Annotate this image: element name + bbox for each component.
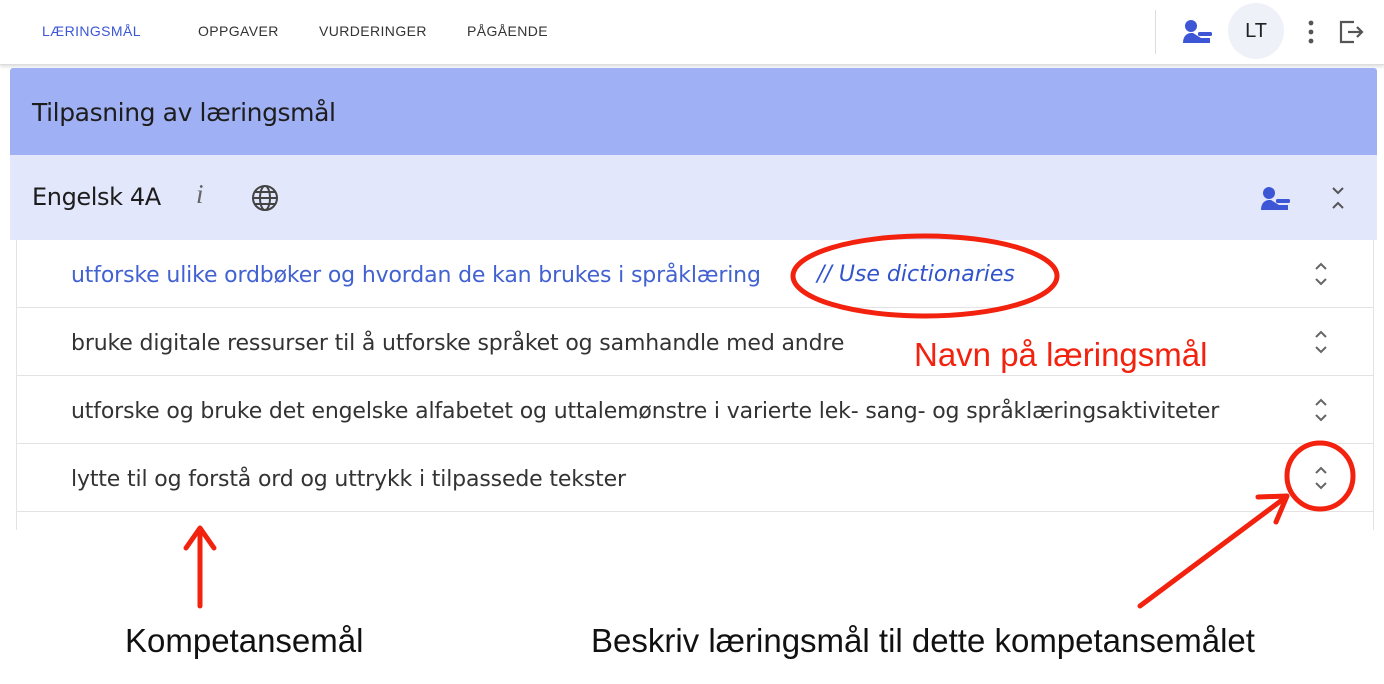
teacher-icon[interactable] [1181,18,1213,49]
avatar[interactable]: LT [1228,3,1284,59]
learning-goal-note: // Use dictionaries [817,262,1015,287]
avatar-initials: LT [1245,19,1267,42]
globe-icon[interactable] [251,184,279,217]
competence-goal-row[interactable]: lytte til og forstå ord og uttrykk i til… [17,444,1373,512]
subject-name: Engelsk 4A [32,183,161,211]
tab-vurderinger[interactable]: VURDERINGER [319,23,427,39]
teacher-icon[interactable] [1259,185,1291,216]
competence-goal-row[interactable]: utforske og bruke det engelske alfabetet… [17,376,1373,444]
competence-goal-text: utforske og bruke det engelske alfabetet… [71,399,1220,424]
competence-goal-text: utforske ulike ordbøker og hvordan de ka… [71,263,761,288]
expand-icon[interactable] [1313,328,1329,361]
page-title: Tilpasning av læringsmål [32,98,336,127]
competence-goal-text: bruke digitale ressurser til å utforske … [71,331,845,356]
more-vert-icon[interactable] [1304,20,1318,49]
info-icon[interactable]: i [196,179,204,210]
tab-pagaende[interactable]: PÅGÅENDE [467,23,548,39]
learning-goals-panel: Tilpasning av læringsmål Engelsk 4A i ut… [10,68,1377,530]
panel-header: Tilpasning av læringsmål [10,68,1377,155]
toolbar-divider [1155,10,1156,54]
expand-icon[interactable] [1313,260,1329,293]
arrow-up-icon [183,525,217,609]
tab-laeringsmal[interactable]: LÆRINGSMÅL [42,23,141,39]
annotation-competence-goal: Kompetansemål [125,622,364,659]
competence-goal-list: utforske ulike ordbøker og hvordan de ka… [16,240,1374,530]
competence-goal-text: lytte til og forstå ord og uttrykk i til… [71,467,626,492]
annotation-learning-goal-name: Navn på læringsmål [914,336,1208,373]
top-navigation-bar: LÆRINGSMÅL OPPGAVER VURDERINGER PÅGÅENDE… [0,0,1384,65]
expand-icon[interactable] [1313,464,1329,497]
expand-icon[interactable] [1313,396,1329,429]
collapse-icon[interactable] [1330,185,1346,216]
annotation-describe-goal: Beskriv læringsmål til dette kompetansem… [591,622,1255,659]
subject-header[interactable]: Engelsk 4A i [10,155,1377,240]
competence-goal-row[interactable]: utforske ulike ordbøker og hvordan de ka… [17,240,1373,308]
tab-oppgaver[interactable]: OPPGAVER [198,23,279,39]
logout-icon[interactable] [1337,18,1365,51]
